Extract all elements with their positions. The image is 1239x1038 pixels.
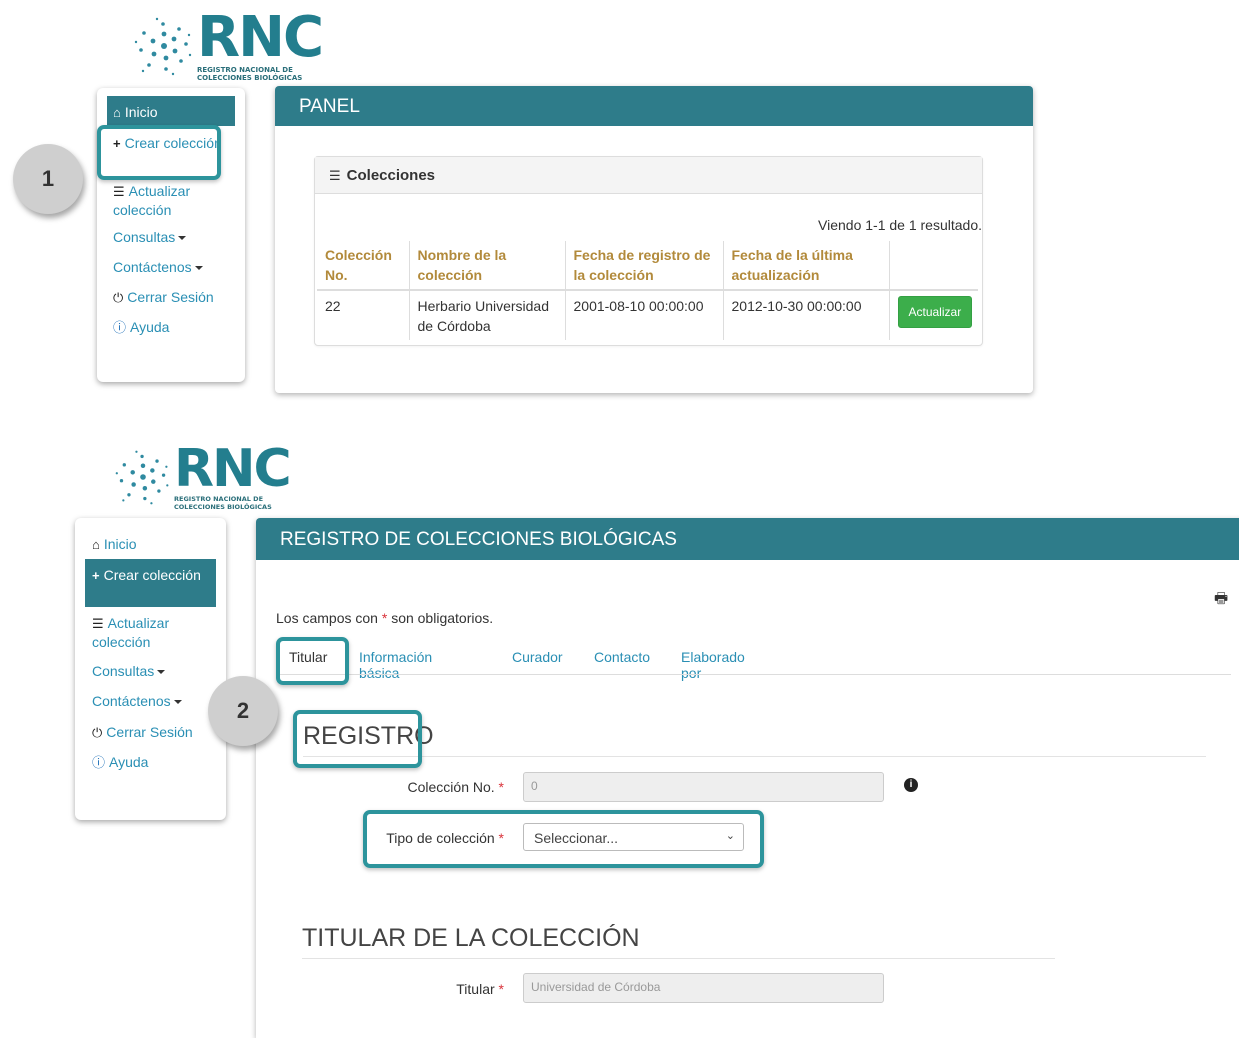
coleccion-no-input[interactable]: 0 (523, 772, 884, 802)
sidebar-item-actualizar-coleccion[interactable]: ☰ Actualizar colección (92, 614, 210, 651)
results-summary: Viendo 1-1 de 1 resultado. (818, 217, 982, 233)
sidebar-item-contactenos[interactable]: Contáctenos (92, 692, 210, 710)
cell-fecha-registro: 2001-08-10 00:00:00 (565, 290, 724, 340)
sidebar-item-label: Consultas (113, 229, 176, 245)
list-icon: ☰ (92, 616, 104, 631)
table-header-row: Colección No. Nombre de la colección Fec… (317, 241, 978, 291)
sidebar-item-ayuda[interactable]: ⓘ Ayuda (113, 318, 229, 337)
section-divider (302, 958, 1055, 959)
rnc-logo-mark-icon (115, 450, 169, 505)
sidebar-nav: ⌂ Inicio + Crear colección ☰ Actualizar col… (97, 88, 245, 382)
sidebar-item-label: Crear colección (103, 567, 201, 583)
sidebar-item-label: Cerrar Sesión (127, 289, 214, 305)
step-badge-1: 1 (13, 144, 83, 214)
rnc-subtitle-line2: COLECCIONES BIOLÓGICAS (174, 502, 272, 511)
sidebar-item-cerrar-sesion[interactable]: ⏻ Cerrar Sesión (92, 723, 222, 742)
column-header: Nombre de la colección (409, 241, 566, 291)
titular-label: Titular * (456, 981, 504, 997)
section-titular-title: TITULAR DE LA COLECCIÓN (302, 924, 640, 952)
sidebar-item-label: Inicio (124, 104, 158, 120)
column-header: Fecha de registro de la colección (565, 241, 724, 291)
sidebar-item-label: Ayuda (109, 754, 149, 770)
sidebar-item-inicio[interactable]: ⌂ Inicio (92, 535, 216, 554)
sidebar-item-inicio[interactable]: ⌂ Inicio (107, 96, 235, 126)
rnc-wordmark: RNC (174, 439, 292, 499)
info-icon[interactable]: i (904, 778, 918, 792)
sidebar-item-label: Cerrar Sesión (106, 724, 193, 740)
power-icon: ⏻ (113, 290, 124, 305)
chevron-down-icon: ⌄ (725, 830, 735, 842)
coleccion-no-label: Colección No. * (407, 779, 505, 795)
dashboard-panel: PANEL ☰ Colecciones Viendo 1-1 de 1 resul… (275, 86, 1033, 393)
sidebar-item-consultas[interactable]: Consultas (92, 662, 210, 680)
sidebar-item-contactenos[interactable]: Contáctenos (113, 258, 229, 276)
tipo-coleccion-label: Tipo de colección * (386, 830, 504, 846)
registration-panel: REGISTRO DE COLECCIONES BIOLÓGICAS 🖶 Los… (256, 518, 1239, 1038)
sidebar-item-label: Consultas (92, 663, 155, 679)
table-row: 22 Herbario Universidad de Córdoba 2001-… (317, 290, 978, 340)
section-divider (303, 756, 1206, 757)
tabs-divider (276, 674, 1231, 675)
collections-header: ☰ Colecciones (315, 157, 982, 194)
caret-down-icon (178, 236, 187, 241)
caret-down-icon (194, 266, 203, 271)
power-icon: ⏻ (92, 725, 103, 740)
collections-table: Colección No. Nombre de la colección Fec… (317, 241, 978, 340)
column-header: Fecha de la última actualización (723, 241, 890, 291)
sidebar-nav: ⌂ Inicio + Crear colección ☰ Actualizar col… (75, 518, 226, 820)
tab-titular[interactable]: Titular (289, 649, 327, 665)
collections-panel: ☰ Colecciones Viendo 1-1 de 1 resultado. … (314, 156, 983, 346)
sidebar-item-consultas[interactable]: Consultas (113, 228, 229, 246)
rnc-logo: RNC REGISTRO NACIONAL DE COLECCIONES BIO… (114, 439, 292, 511)
print-icon[interactable]: 🖶 (1214, 588, 1228, 613)
home-icon: ⌂ (113, 105, 121, 120)
rnc-logo-mark-icon (134, 18, 192, 76)
rnc-subtitle-line2: COLECCIONES BIOLÓGICAS (197, 74, 303, 83)
collections-title: Colecciones (346, 167, 436, 184)
sidebar-item-label: Inicio (103, 536, 137, 552)
sidebar-item-label: Contáctenos (113, 259, 192, 275)
sidebar-item-label: Crear colección (124, 135, 222, 151)
sidebar-item-crear-coleccion[interactable]: + Crear colección (113, 134, 229, 153)
cell-fecha-actualizacion: 2012-10-30 00:00:00 (723, 290, 890, 340)
cell-action: Actualizar (889, 290, 978, 340)
panel-title: REGISTRO DE COLECCIONES BIOLÓGICAS (256, 518, 1239, 560)
list-icon: ☰ (113, 184, 125, 199)
section-registro-title: REGISTRO (303, 722, 434, 750)
sidebar-item-label: Ayuda (130, 319, 170, 335)
tab-contacto[interactable]: Contacto (594, 649, 650, 665)
column-header (889, 241, 978, 291)
caret-down-icon (157, 670, 166, 675)
tipo-coleccion-select[interactable]: Seleccionar... ⌄ (523, 823, 744, 851)
column-header: Colección No. (317, 241, 410, 291)
sidebar-item-crear-coleccion[interactable]: + Crear colección (85, 559, 216, 607)
home-icon: ⌂ (92, 537, 100, 552)
actualizar-button[interactable]: Actualizar (897, 296, 973, 328)
rnc-wordmark: RNC (197, 5, 324, 70)
required-note: Los campos con * son obligatorios. (276, 610, 494, 626)
sidebar-item-cerrar-sesion[interactable]: ⏻ Cerrar Sesión (113, 288, 239, 307)
rnc-logo: RNC REGISTRO NACIONAL DE COLECCIONES BIO… (133, 5, 324, 83)
info-icon: ⓘ (92, 755, 106, 770)
titular-input[interactable]: Universidad de Córdoba (523, 973, 884, 1003)
sidebar-item-ayuda[interactable]: ⓘ Ayuda (92, 753, 210, 772)
step-badge-2: 2 (208, 676, 278, 746)
panel-title: PANEL (275, 86, 1033, 126)
tab-curador[interactable]: Curador (512, 649, 563, 665)
cell-nombre: Herbario Universidad de Córdoba (409, 290, 566, 340)
tab-elaborado-por[interactable]: Elaborado por (681, 649, 745, 681)
info-icon: ⓘ (113, 320, 127, 335)
plus-icon: + (113, 136, 121, 151)
plus-icon: + (92, 568, 100, 583)
caret-down-icon (173, 700, 182, 705)
sidebar-item-label: Contáctenos (92, 693, 171, 709)
tab-informacion-basica[interactable]: Información básica (359, 649, 432, 681)
list-icon: ☰ (329, 168, 341, 183)
cell-coleccion-no: 22 (317, 290, 410, 340)
sidebar-item-actualizar-coleccion[interactable]: ☰ Actualizar colección (113, 182, 229, 219)
